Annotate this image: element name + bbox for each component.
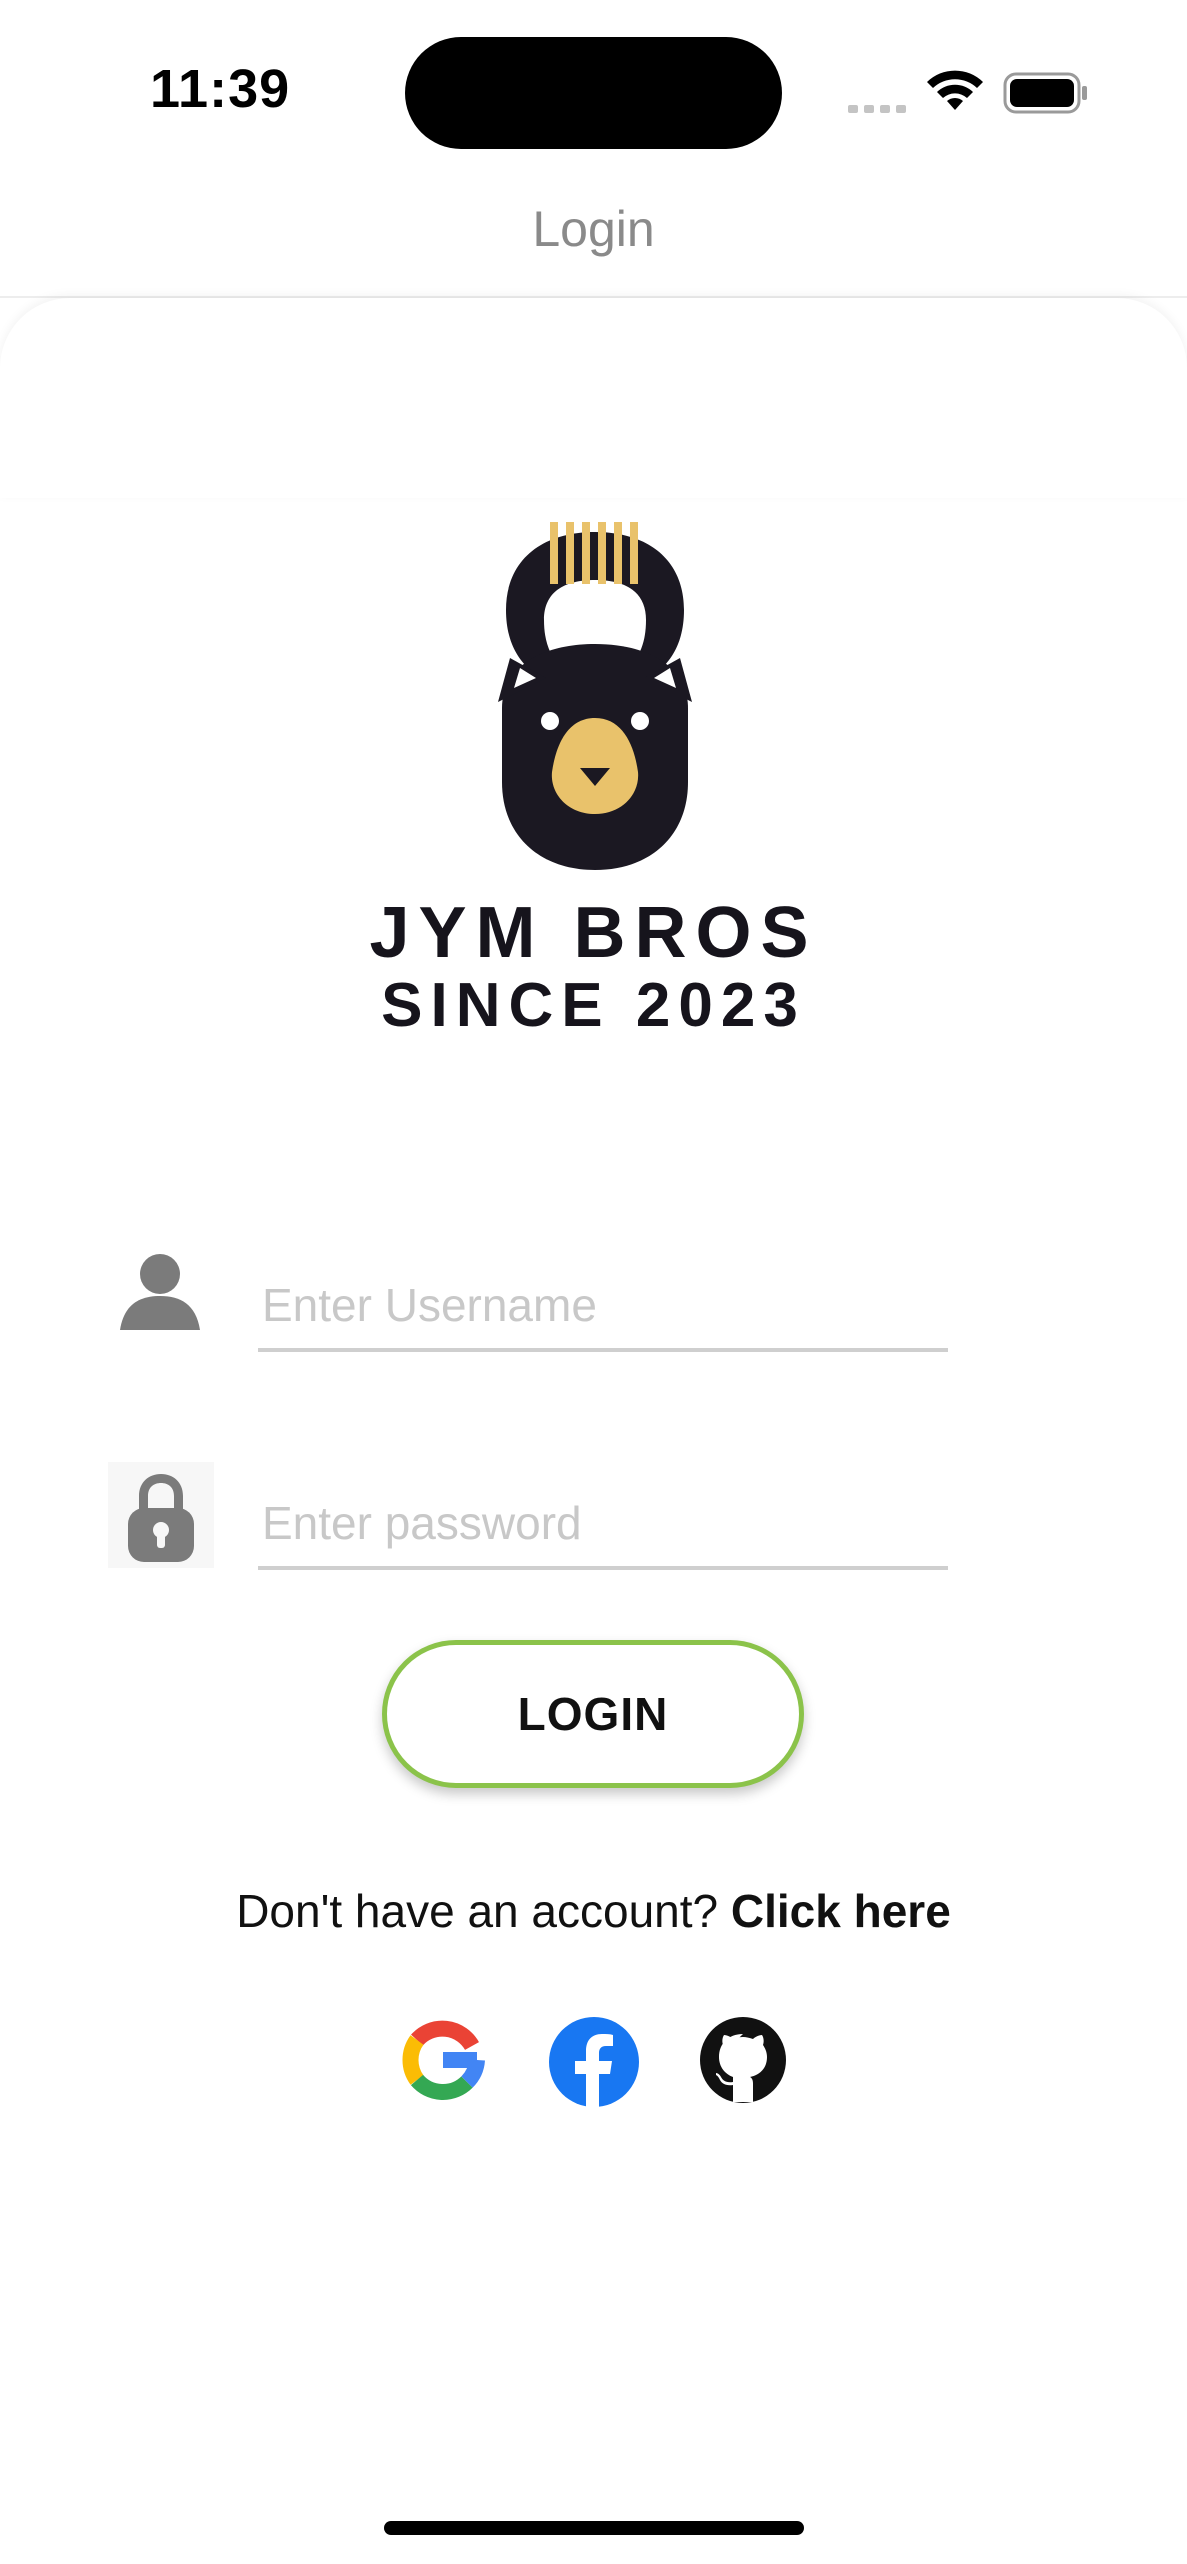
status-bar-time: 11:39 (150, 59, 291, 119)
wifi-icon (927, 70, 983, 110)
brand-since: SINCE 2023 (381, 971, 806, 1040)
signup-prompt: Don't have an account? Click here (0, 1884, 1187, 1938)
home-indicator (384, 2521, 804, 2535)
brand-name: JYM BROS (369, 893, 818, 973)
login-button-label: LOGIN (517, 1688, 669, 1740)
username-input[interactable] (258, 1262, 948, 1352)
bear-kettlebell-logo (498, 522, 692, 870)
nav-title: Login (532, 201, 655, 257)
github-icon[interactable] (699, 2016, 787, 2104)
user-icon (120, 1254, 200, 1330)
lock-icon (108, 1462, 214, 1568)
signup-prompt-text: Don't have an account? (236, 1885, 719, 1937)
password-input[interactable] (258, 1480, 948, 1570)
battery-icon (1003, 72, 1087, 114)
google-icon[interactable] (401, 2018, 485, 2102)
cellular-icon (848, 100, 912, 118)
dynamic-island (405, 37, 782, 149)
facebook-icon[interactable] (548, 2016, 640, 2108)
content-sheet (0, 298, 1187, 498)
signup-link[interactable]: Click here (731, 1885, 951, 1937)
login-button[interactable]: LOGIN (382, 1640, 804, 1788)
